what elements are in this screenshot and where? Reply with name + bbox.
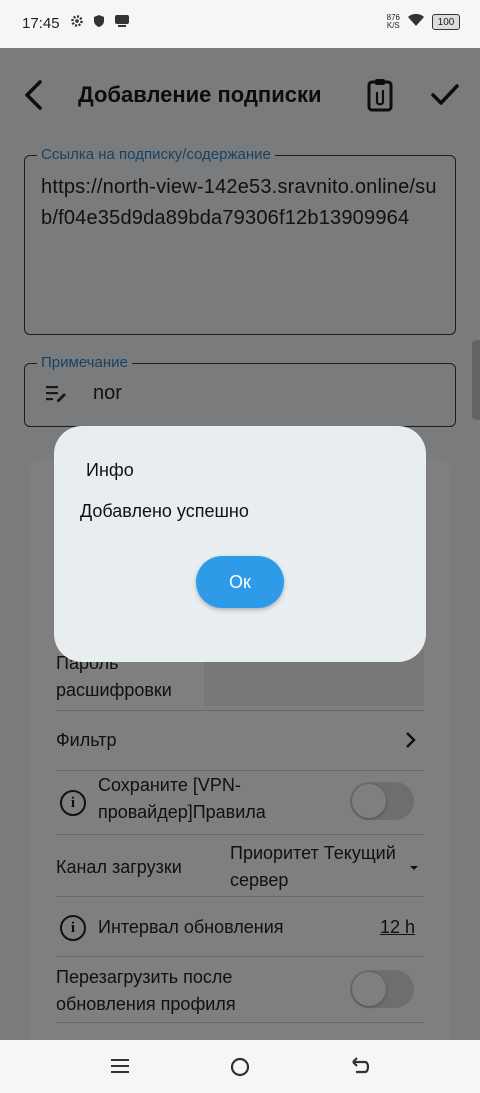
- net-speed-unit: K/S: [386, 21, 400, 30]
- status-right-icons: 876 K/S 100: [387, 12, 460, 32]
- back-icon[interactable]: [349, 1056, 371, 1083]
- home-icon[interactable]: [229, 1056, 251, 1083]
- battery-indicator: 100: [432, 14, 460, 30]
- system-nav-bar: [0, 1040, 480, 1093]
- shield-icon: [92, 14, 106, 32]
- status-time: 17:45: [22, 15, 60, 32]
- menu-icon[interactable]: [110, 1056, 130, 1081]
- dialog-title: Инфо: [86, 460, 134, 480]
- dialog-message: Добавлено успешно: [80, 501, 249, 521]
- app-notification-icon: [114, 14, 130, 32]
- ok-button[interactable]: Ок: [196, 556, 284, 608]
- status-bar: 17:45 876 K/S 100: [0, 0, 480, 48]
- status-notification-icons: [70, 14, 130, 32]
- info-dialog: Инфо Добавлено успешно Ок: [54, 426, 426, 662]
- gear-icon: [70, 14, 84, 32]
- wifi-icon: [406, 12, 426, 32]
- net-speed: 876 K/S: [387, 14, 400, 30]
